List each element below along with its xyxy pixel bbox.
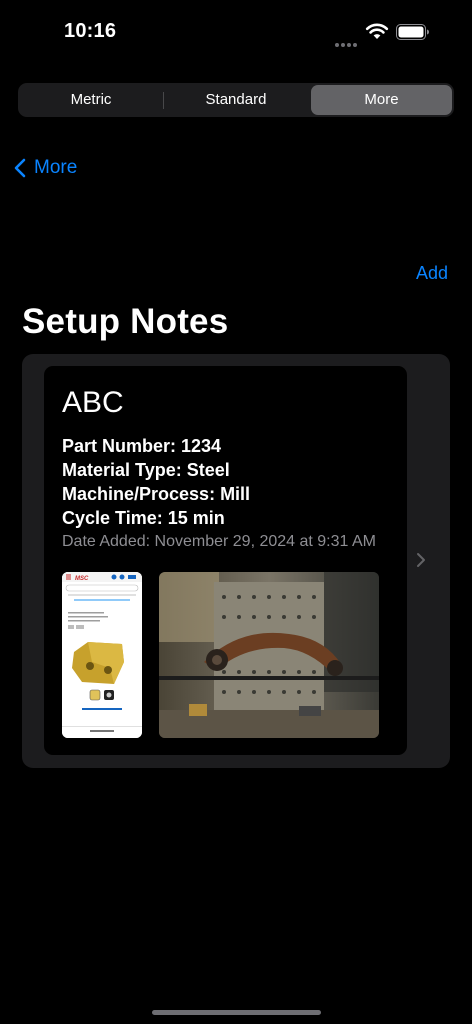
back-label: More — [34, 157, 78, 178]
note-machine: Machine/Process: Mill — [62, 484, 251, 504]
chevron-right-icon — [417, 553, 425, 567]
segment-more[interactable]: More — [311, 85, 452, 115]
logo: MSC — [75, 576, 89, 582]
note-cycle-time: Cycle Time: 15 min — [62, 508, 225, 528]
status-time: 10:16 — [64, 20, 117, 42]
page-title: Setup Notes — [22, 302, 229, 341]
status-bar: 10:16 — [0, 0, 472, 60]
notes-list: ABC Part Number: 1234 Material Type: Ste… — [22, 354, 450, 768]
home-indicator[interactable] — [152, 1010, 321, 1015]
fixture-photo — [159, 572, 379, 738]
chevron-left-icon — [14, 158, 26, 178]
unit-segmented-control: Metric Standard More — [18, 83, 454, 117]
product-page-image: MSC — [62, 572, 142, 738]
battery-icon — [396, 24, 429, 40]
setup-photo-thumbnail[interactable] — [159, 572, 379, 738]
note-date-added: Date Added: November 29, 2024 at 9:31 AM — [62, 533, 376, 550]
signal-icon — [335, 34, 359, 52]
add-button[interactable]: Add — [416, 263, 448, 284]
screenshot-thumbnail[interactable]: MSC — [62, 572, 142, 738]
note-title: ABC — [62, 386, 124, 419]
wifi-icon — [365, 23, 389, 39]
segment-metric[interactable]: Metric — [20, 85, 162, 115]
note-material: Material Type: Steel — [62, 460, 230, 480]
back-button[interactable]: More — [14, 155, 77, 181]
segment-standard[interactable]: Standard — [164, 85, 308, 115]
note-part-number: Part Number: 1234 — [62, 436, 222, 456]
setup-note-card[interactable]: ABC Part Number: 1234 Material Type: Ste… — [44, 366, 407, 755]
